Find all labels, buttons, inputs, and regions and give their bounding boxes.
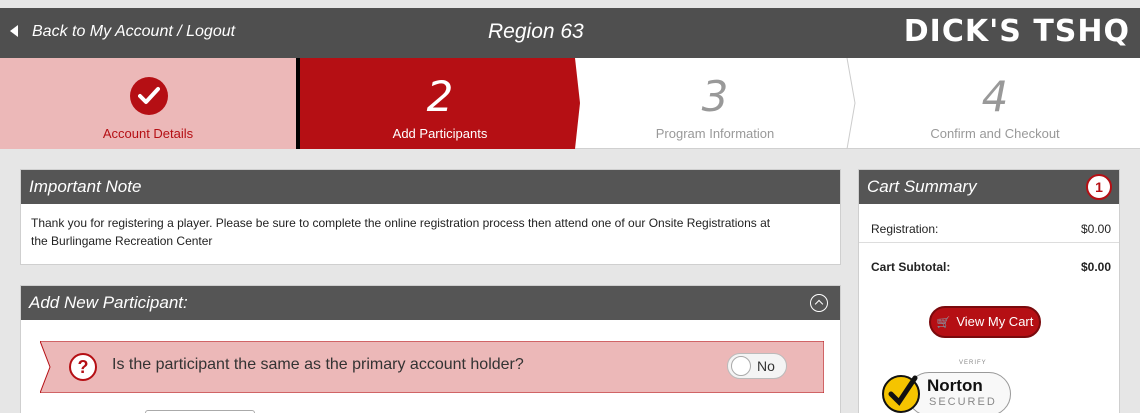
- norton-secured: SECURED: [929, 396, 997, 408]
- check-icon: [130, 77, 168, 115]
- step-number: 4: [981, 72, 1009, 121]
- toggle-label: No: [757, 358, 775, 374]
- norton-brand: Norton: [927, 376, 983, 395]
- step-label: Account Details: [102, 126, 194, 141]
- norton-verify: VERIFY: [959, 360, 987, 366]
- registration-label: Registration:: [871, 222, 939, 236]
- cart-title: Cart Summary: [867, 177, 977, 196]
- collapse-icon[interactable]: [810, 294, 828, 312]
- step-label: Confirm and Checkout: [930, 126, 1060, 141]
- step-add-participants[interactable]: 2 Add Participants: [300, 58, 580, 149]
- same-as-holder-question: ? Is the participant the same as the pri…: [40, 341, 824, 393]
- same-as-holder-toggle[interactable]: No: [727, 353, 787, 379]
- note-body: Thank you for registering a player. Plea…: [21, 204, 840, 260]
- top-bar: Back to My Account / Logout Region 63 DI…: [0, 8, 1140, 58]
- step-label: Add Participants: [392, 126, 488, 141]
- progress-steps: Account Details 2 Add Participants 3 Pro…: [0, 58, 1140, 149]
- cart-summary-panel: Cart Summary 1 Registration: $0.00 Cart …: [858, 169, 1120, 413]
- cart-icon: 🛒: [936, 317, 951, 329]
- step-number: 3: [701, 72, 729, 121]
- step-number: 2: [426, 72, 454, 121]
- step-label: Program Information: [655, 126, 775, 141]
- step-confirm-checkout[interactable]: 4 Confirm and Checkout: [850, 58, 1140, 149]
- toggle-knob: [731, 356, 751, 376]
- back-label: Back to My Account / Logout: [32, 23, 236, 40]
- page-title: Region 63: [488, 20, 584, 43]
- add-participant-panel: Add New Participant: ? Is the participan…: [20, 285, 841, 413]
- subtotal-label: Cart Subtotal:: [871, 260, 951, 274]
- norton-secured-badge[interactable]: VERIFY Norton SECURED: [879, 360, 1011, 413]
- view-cart-button[interactable]: 🛒 View My Cart: [929, 306, 1041, 338]
- add-participant-title: Add New Participant:: [29, 293, 188, 312]
- step-program-information[interactable]: 3 Program Information: [575, 58, 855, 149]
- registration-row: Registration: $0.00: [871, 222, 1111, 236]
- cart-header: Cart Summary 1: [859, 170, 1119, 204]
- question-text: Is the participant the same as the prima…: [112, 356, 524, 373]
- registration-value: $0.00: [1080, 222, 1111, 236]
- cart-count-badge: 1: [1086, 174, 1112, 200]
- add-participant-header: Add New Participant:: [21, 286, 840, 320]
- note-title: Important Note: [21, 170, 840, 204]
- note-line-2: the Burlingame Recreation Center: [31, 234, 213, 248]
- norton-check-icon: [882, 375, 920, 413]
- subtotal-row: Cart Subtotal: $0.00: [871, 260, 1111, 274]
- view-cart-label: View My Cart: [956, 314, 1034, 329]
- back-to-account-link[interactable]: Back to My Account / Logout: [10, 23, 235, 41]
- cart-divider: [859, 242, 1119, 243]
- step-account-details[interactable]: Account Details: [0, 58, 300, 149]
- important-note-panel: Important Note Thank you for registering…: [20, 169, 841, 265]
- question-icon: ?: [69, 353, 97, 381]
- back-arrow-icon: [10, 25, 18, 37]
- subtotal-value: $0.00: [1080, 260, 1111, 274]
- note-line-1: Thank you for registering a player. Plea…: [31, 216, 771, 230]
- brand-logo[interactable]: DICK'S TSHQ: [904, 14, 1130, 49]
